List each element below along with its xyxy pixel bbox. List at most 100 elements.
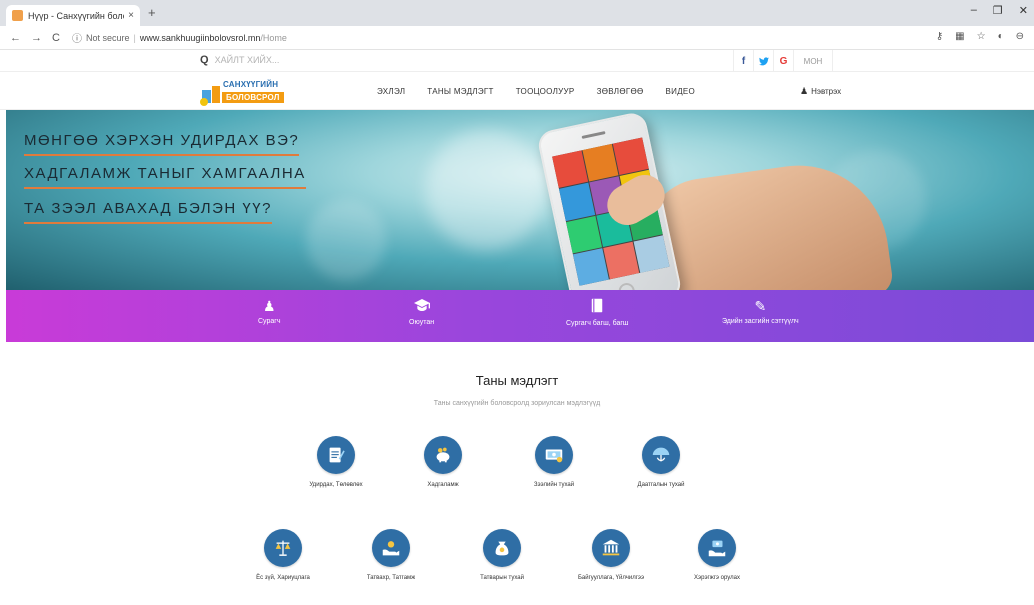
scales-icon: [264, 529, 302, 567]
tab-close-icon[interactable]: ×: [128, 10, 134, 21]
logo-text-line1: САНХҮҮГИЙН: [223, 80, 279, 89]
search-icon[interactable]: Q: [200, 54, 209, 66]
key-icon[interactable]: ⚷: [936, 31, 943, 42]
twitter-icon[interactable]: [753, 50, 773, 72]
audience-bar: ♟ Сурагч Оюутан Сургагч багш, багш ✎ Эди…: [6, 290, 1034, 342]
piggy-bank-icon: [424, 436, 462, 474]
role-label: Эдийн засгийн сэтгүүлч: [722, 318, 799, 325]
nav-item-calculator[interactable]: ТООЦООЛУУР: [516, 87, 575, 96]
knowledge-item-investment[interactable]: Хэрэгжгэ орулах: [672, 529, 762, 581]
section-title: Таны мэдлэгт: [475, 373, 559, 388]
maximize-icon[interactable]: ❐: [993, 4, 1003, 17]
book-shape: [592, 298, 603, 313]
site-topbar: Q ХАЙЛТ ХИЙХ... f G МОН: [0, 50, 1034, 72]
info-icon[interactable]: ⓘ: [72, 30, 82, 45]
knowledge-label: Хадгаламж: [427, 482, 459, 488]
profile-icon[interactable]: ⊖: [1016, 31, 1024, 42]
omnibox-divider: |: [133, 32, 136, 43]
knowledge-item-allowance[interactable]: Татвахр, Татгамж: [346, 529, 436, 581]
screen-tile: [633, 235, 670, 273]
hand-coins-icon: [372, 529, 410, 567]
close-window-icon[interactable]: ✕: [1019, 4, 1028, 17]
extension-icons: ⚷ ▦ ☆ ◐ ⊖: [936, 31, 1024, 42]
knowledge-label: Татварын тухай: [480, 575, 524, 581]
role-student[interactable]: ♟ Сурагч: [258, 298, 280, 325]
hero-bokeh: [306, 200, 386, 280]
money-bill-icon: [535, 436, 573, 474]
not-secure-label: Not secure: [85, 32, 130, 43]
role-university-student[interactable]: Оюутан: [409, 298, 434, 326]
back-icon[interactable]: ←: [10, 32, 21, 44]
knowledge-item-ethics[interactable]: Ёс зүй, Хариуцлага: [238, 529, 328, 581]
hero-headline-2: ХАДГАЛАМЖ ТАНЫГ ХАМГААЛНА: [24, 165, 306, 189]
user-icon: ♟: [800, 86, 809, 96]
piggy-bank-shape: [436, 447, 450, 463]
knowledge-item-institutions[interactable]: Байгууллага, Үйлчилгээ: [566, 529, 656, 581]
new-tab-button[interactable]: +: [148, 5, 156, 20]
nav-item-home[interactable]: ЭХЛЭЛ: [377, 87, 405, 96]
hand-coins-shape: [382, 541, 400, 556]
search-placeholder[interactable]: ХАЙЛТ ХИЙХ...: [215, 55, 280, 65]
login-label: Нэвтрэх: [811, 87, 842, 96]
omnibox[interactable]: ⓘ Not secure | www.sankhuugiinbolovsrol.…: [72, 30, 287, 46]
tax-bag-icon: [483, 529, 521, 567]
browser-tab[interactable]: Нүүр - Санхүүгийн боловсрол ×: [6, 5, 140, 26]
tax-bag-shape: [495, 541, 509, 556]
bank-building-shape: [602, 539, 620, 556]
graduation-cap-shape: [413, 299, 430, 311]
url-path: /Home: [260, 32, 287, 43]
extension-icon-2[interactable]: ◐: [998, 31, 1004, 42]
knowledge-label: Байгууллага, Үйлчилгээ: [577, 575, 645, 581]
role-label: Сурагч: [258, 318, 281, 325]
notepad-icon: [317, 436, 355, 474]
social-links: f G МОН: [733, 50, 833, 72]
knowledge-label: Хэрэгжгэ орулах: [694, 575, 740, 581]
hand-money-shape: [708, 540, 726, 557]
role-journalist[interactable]: ✎ Эдийн засгийн сэтгүүлч: [722, 298, 799, 325]
scales-shape: [275, 540, 291, 556]
hero-banner: МӨНГӨӨ ХЭРХЭН УДИРДАХ ВЭ? ХАДГАЛАМЖ ТАНЫ…: [6, 110, 1034, 290]
twitter-bird-shape: [758, 56, 769, 65]
knowledge-label: Ёс зүй, Хариуцлага: [256, 575, 310, 581]
browser-tabstrip: Нүүр - Санхүүгийн боловсрол × + – ❐ ✕: [0, 0, 1034, 26]
search-box[interactable]: Q ХАЙЛТ ХИЙХ...: [200, 54, 279, 66]
section-subtitle: Таны санхүүгийн боловсролд зориулсан мэд…: [433, 400, 601, 407]
notepad-shape: [329, 447, 345, 463]
hero-headline-3: ТА ЗЭЭЛ АВАХАД БЭЛЭН ҮҮ?: [24, 200, 272, 224]
role-teacher[interactable]: Сургагч багш, багш: [566, 298, 629, 327]
facebook-icon[interactable]: f: [733, 50, 753, 72]
knowledge-item-tax[interactable]: Татварын тухай: [457, 529, 547, 581]
reload-icon[interactable]: C: [52, 32, 60, 44]
language-switch[interactable]: МОН: [793, 50, 833, 72]
extension-icon[interactable]: ▦: [955, 31, 964, 42]
screen-tile: [612, 137, 649, 176]
main-navigation: САНХҮҮГИЙН БОЛОВСРОЛ ЭХЛЭЛ ТАНЫ МЭДЛЭГТ …: [0, 72, 1034, 110]
logo-text-line2: БОЛОВСРОЛ: [222, 92, 284, 103]
url-text[interactable]: www.sankhuugiinbolovsrol.mn/Home: [140, 33, 287, 43]
knowledge-item-planning[interactable]: Удирдах, Төлөвлөх: [291, 436, 381, 488]
knowledge-label: Татвахр, Татгамж: [366, 575, 416, 581]
browser-address-bar: ← → C ⓘ Not secure | www.sankhuugiinbolo…: [0, 26, 1034, 50]
knowledge-item-insurance[interactable]: Даатгалын тухай: [616, 436, 706, 488]
knowledge-label: Удирдах, Төлөвлөх: [309, 482, 363, 488]
knowledge-item-loans[interactable]: Зээлийн тухай: [509, 436, 599, 488]
knowledge-item-savings[interactable]: Хадгаламж: [398, 436, 488, 488]
money-bill-shape: [545, 449, 563, 463]
hero-headline-1: МӨНГӨӨ ХЭРХЭН УДИРДАХ ВЭ?: [24, 132, 300, 156]
minimize-icon[interactable]: –: [971, 4, 977, 17]
google-plus-icon[interactable]: G: [773, 50, 793, 72]
bookmark-star-icon[interactable]: ☆: [977, 31, 986, 42]
hero-bokeh: [426, 130, 546, 250]
umbrella-icon: [642, 436, 680, 474]
nav-item-advice[interactable]: ЗӨВЛӨГӨӨ: [597, 87, 644, 96]
phone-speaker: [581, 131, 606, 139]
login-link[interactable]: ♟ Нэвтрэх: [800, 86, 841, 97]
site-logo[interactable]: САНХҮҮГИЙН БОЛОВСРОЛ: [198, 78, 284, 106]
bank-building-icon: [592, 529, 630, 567]
nav-item-video[interactable]: ВИДЕО: [666, 87, 696, 96]
nav-item-knowledge[interactable]: ТАНЫ МЭДЛЭГТ: [427, 87, 493, 96]
nav-menu: ЭХЛЭЛ ТАНЫ МЭДЛЭГТ ТООЦООЛУУР ЗӨВЛӨГӨӨ В…: [377, 72, 695, 110]
forward-icon[interactable]: →: [31, 32, 42, 44]
book-icon: [591, 298, 603, 316]
pencil-icon: ✎: [754, 298, 767, 314]
